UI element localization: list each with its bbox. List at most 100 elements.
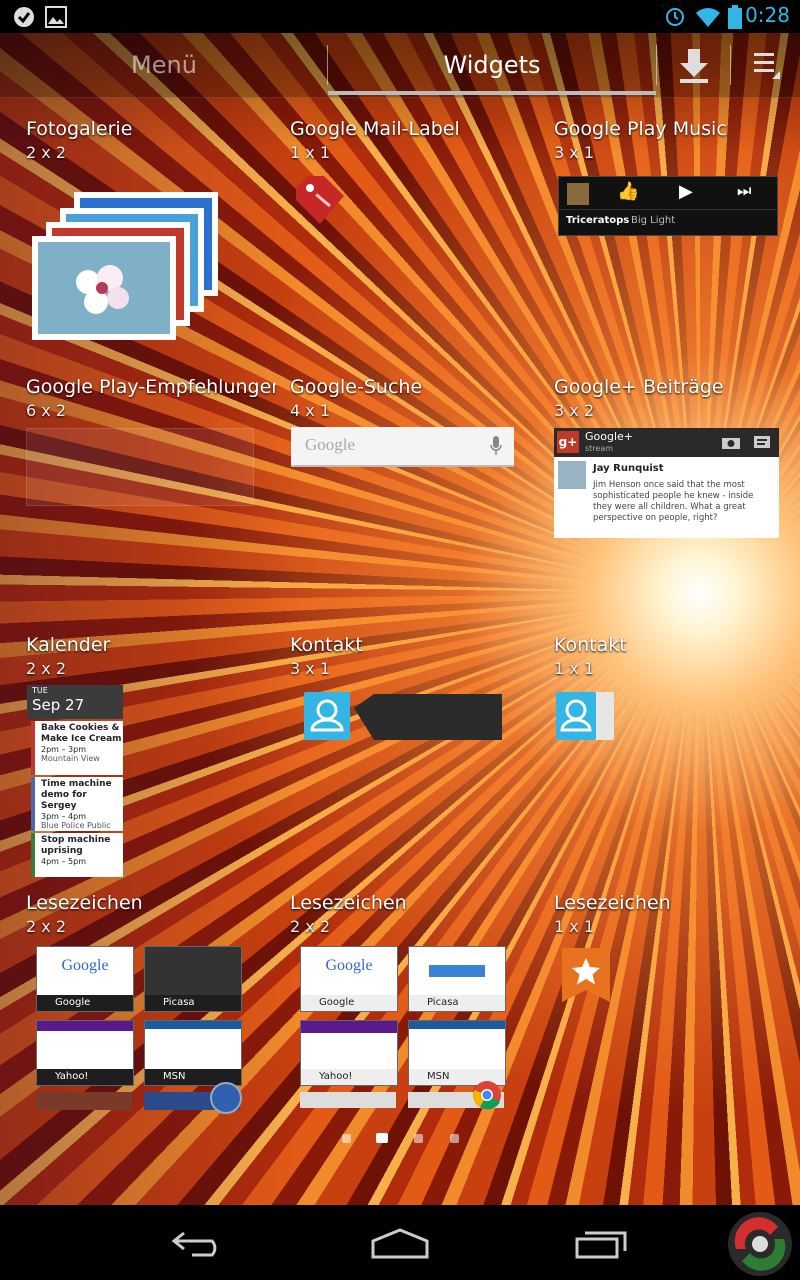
widget-gmail-label[interactable]: Google Mail-Label 1 x 1	[290, 117, 540, 165]
widget-title: Google Play Music	[554, 118, 727, 140]
bookmark-thumb: Yahoo!	[300, 1020, 398, 1086]
task-icon	[14, 7, 34, 27]
widget-calendar[interactable]: Kalender 2 x 2	[26, 633, 276, 681]
mic-icon	[490, 436, 502, 455]
compose-icon	[754, 436, 770, 448]
widget-size: 2 x 2	[26, 659, 66, 678]
wifi-icon	[696, 8, 720, 27]
widget-title: Lesezeichen	[554, 892, 671, 914]
gmail-label-icon	[296, 176, 344, 224]
recommendations-preview	[26, 428, 254, 506]
page-dot[interactable]	[414, 1134, 423, 1143]
contact-3x1-preview	[304, 692, 502, 740]
widget-title: Google-Suche	[290, 376, 423, 398]
bookmark-thumb: MSN	[144, 1020, 242, 1086]
overflow-menu-icon[interactable]	[752, 53, 782, 81]
bookmarks-preview-1: Google Google Picasa Yahoo! MSN	[36, 946, 242, 1114]
widget-title: Kontakt	[554, 634, 627, 656]
widget-bookmarks-2[interactable]: Lesezeichen 2 x 2	[290, 891, 540, 939]
alarm-icon	[666, 8, 684, 26]
widget-size: 4 x 1	[290, 401, 330, 420]
app-logo-icon[interactable]	[724, 1209, 796, 1279]
clock: 0:28	[745, 3, 790, 27]
track-album: Big Light	[631, 215, 676, 226]
calendar-day: TUE	[32, 686, 48, 695]
widget-bookmarks-1[interactable]: Lesezeichen 2 x 2	[26, 891, 276, 939]
search-widget-preview: Google	[291, 427, 514, 467]
google-logo: Google	[305, 435, 356, 454]
widget-google-search[interactable]: Google-Suche 4 x 1	[290, 375, 540, 423]
widget-title: Google Mail-Label	[290, 118, 460, 140]
back-icon[interactable]	[170, 1227, 228, 1259]
widget-size: 1 x 1	[290, 143, 330, 162]
status-bar: 0:28	[0, 0, 800, 33]
bookmark-thumb: Picasa	[408, 946, 506, 1012]
widget-size: 1 x 1	[554, 659, 594, 678]
bookmark-thumb: Google Google	[300, 946, 398, 1012]
next-icon: ⏭	[737, 181, 752, 200]
widget-size: 3 x 1	[554, 143, 594, 162]
post-author: Jay Runquist	[593, 463, 664, 474]
widget-title: Fotogalerie	[26, 118, 133, 140]
widget-contact-3x1[interactable]: Kontakt 3 x 1	[290, 633, 540, 681]
bookmark-thumb: MSN	[408, 1020, 506, 1086]
home-icon[interactable]	[370, 1227, 430, 1259]
action-divider	[656, 45, 657, 85]
bookmark-thumb: Picasa	[144, 946, 242, 1012]
tab-widgets[interactable]: Widgets	[328, 33, 656, 97]
widget-play-music[interactable]: Google Play Music 3 x 1	[554, 117, 800, 165]
widget-fotogalerie[interactable]: Fotogalerie 2 x 2	[26, 117, 276, 165]
action-divider-2	[730, 45, 731, 85]
thumbs-up-icon: 👍	[617, 181, 640, 202]
battery-icon	[728, 5, 742, 29]
contact-card-icon	[556, 692, 614, 740]
widget-gplus-posts[interactable]: Google+ Beiträge 3 x 2	[554, 375, 800, 423]
globe-icon	[210, 1082, 242, 1114]
widget-title: Kalender	[26, 634, 111, 656]
calendar-event: Time machine demo for Sergey 3pm – 4pm B…	[31, 777, 123, 831]
music-widget-preview: 👍 ▶ ⏭ Triceratops Big Light	[558, 176, 778, 236]
chrome-icon	[473, 1081, 501, 1110]
tab-bar: Menü Widgets	[0, 33, 800, 98]
calendar-event: Bake Cookies & Make Ice Cream 2pm – 3pm …	[31, 721, 123, 775]
play-icon: ▶	[679, 181, 693, 202]
album-art	[567, 183, 589, 205]
calendar-event: Stop machine uprising 4pm – 5pm	[31, 833, 123, 877]
image-icon	[45, 6, 67, 28]
widget-title: Google Play-Empfehlungen	[26, 376, 276, 398]
gplus-subtitle: stream	[585, 444, 614, 453]
bookmarks-preview-2: Google Google Picasa Yahoo! MSN	[300, 946, 506, 1112]
download-icon[interactable]	[678, 47, 710, 83]
widget-title: Google+ Beiträge	[554, 376, 724, 398]
page-dot[interactable]	[342, 1134, 351, 1143]
widget-size: 3 x 2	[554, 401, 594, 420]
widget-size: 1 x 1	[554, 917, 594, 936]
navigation-bar	[0, 1205, 800, 1280]
widget-title: Kontakt	[290, 634, 363, 656]
tab-menu[interactable]: Menü	[0, 33, 328, 97]
bookmark-thumb: Google Google	[36, 946, 134, 1012]
page-dot-active[interactable]	[376, 1133, 388, 1143]
camera-icon	[722, 438, 740, 449]
gplus-title: Google+	[585, 430, 634, 443]
gplus-widget-preview: g+ Google+ stream Jay Runquist Jim Henso…	[554, 428, 779, 538]
widget-size: 6 x 2	[26, 401, 66, 420]
widget-size: 2 x 2	[290, 917, 330, 936]
calendar-widget-preview: TUE Sep 27 Bake Cookies & Make Ice Cream…	[27, 685, 123, 885]
widget-play-recommendations[interactable]: Google Play-Empfehlungen 6 x 2	[26, 375, 276, 423]
page-dot[interactable]	[450, 1134, 459, 1143]
widget-size: 3 x 1	[290, 659, 330, 678]
widget-bookmarks-3[interactable]: Lesezeichen 1 x 1	[554, 891, 800, 939]
post-text: Jim Henson once said that the most sophi…	[593, 480, 754, 523]
bookmark-star-icon	[562, 948, 610, 1002]
avatar	[558, 461, 586, 489]
gplus-logo-icon: g+	[557, 431, 579, 453]
calendar-date: Sep 27	[32, 696, 85, 714]
recents-icon[interactable]	[574, 1227, 630, 1259]
widget-contact-1x1[interactable]: Kontakt 1 x 1	[554, 633, 800, 681]
widget-size: 2 x 2	[26, 143, 66, 162]
bookmark-thumb: Yahoo!	[36, 1020, 134, 1086]
widget-title: Lesezeichen	[290, 892, 407, 914]
widget-size: 2 x 2	[26, 917, 66, 936]
photo-gallery-preview	[32, 192, 218, 340]
